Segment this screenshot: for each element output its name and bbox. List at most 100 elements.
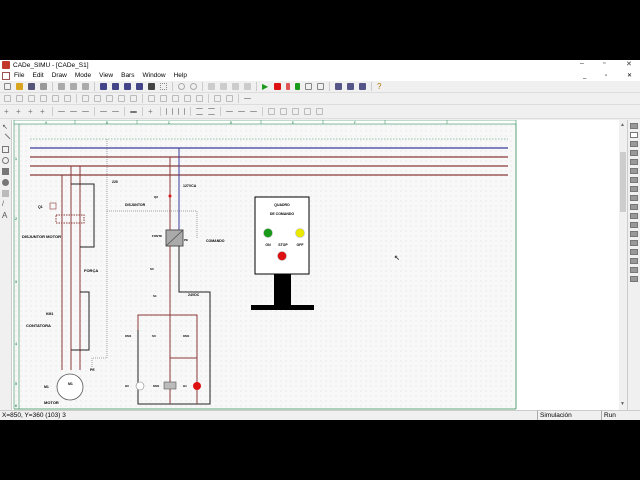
run-icon[interactable]: ▶ bbox=[262, 83, 269, 91]
text-tool-icon[interactable]: A bbox=[2, 212, 9, 220]
palette-item-15-icon[interactable] bbox=[630, 249, 638, 255]
sensor5-icon[interactable] bbox=[196, 95, 203, 102]
undo-icon[interactable] bbox=[178, 83, 185, 90]
menu-mode[interactable]: Mode bbox=[75, 72, 91, 79]
palette-item-3-icon[interactable] bbox=[630, 141, 638, 147]
sensor3-icon[interactable] bbox=[172, 95, 179, 102]
cut-icon[interactable] bbox=[58, 83, 65, 90]
step-icon[interactable] bbox=[295, 83, 300, 90]
palette-item-18-icon[interactable] bbox=[630, 276, 638, 282]
line2-icon[interactable] bbox=[70, 111, 77, 112]
wire-a-icon[interactable] bbox=[226, 111, 233, 112]
maximize-button[interactable]: ▫ bbox=[603, 60, 605, 67]
contact2-icon[interactable] bbox=[94, 95, 101, 102]
junction4-icon[interactable]: + bbox=[40, 108, 47, 116]
menu-edit[interactable]: Edit bbox=[32, 72, 43, 79]
menu-help[interactable]: Help bbox=[174, 72, 187, 79]
stop-icon[interactable] bbox=[274, 83, 281, 90]
palette-item-5-icon[interactable] bbox=[630, 159, 638, 165]
save-icon[interactable] bbox=[28, 83, 35, 90]
hlines2-icon[interactable] bbox=[208, 108, 215, 115]
line5-icon[interactable] bbox=[112, 111, 119, 112]
palette-item-13-icon[interactable] bbox=[630, 231, 638, 237]
palette-item-6-icon[interactable] bbox=[630, 168, 638, 174]
scrollbar-thumb[interactable] bbox=[620, 152, 626, 212]
breaker-icon[interactable] bbox=[40, 95, 47, 102]
schematic-canvas[interactable]: A B C D E F 1 2 3 4 5 6 M1 Q1 DISJUNTOR … bbox=[12, 119, 626, 410]
palette-item-12-icon[interactable] bbox=[630, 222, 638, 228]
zoom-area-icon[interactable] bbox=[136, 83, 143, 90]
wire-b-icon[interactable] bbox=[238, 111, 245, 112]
junction3-icon[interactable]: + bbox=[28, 108, 35, 116]
text3-icon[interactable] bbox=[232, 83, 239, 90]
pause-icon[interactable] bbox=[286, 83, 290, 90]
find-icon[interactable] bbox=[148, 83, 155, 90]
menu-view[interactable]: View bbox=[99, 72, 113, 79]
magnify-icon[interactable] bbox=[335, 83, 342, 90]
fuse-icon[interactable] bbox=[16, 95, 23, 102]
coil-icon[interactable] bbox=[64, 95, 71, 102]
line-tool-icon[interactable] bbox=[0, 133, 11, 144]
contact-icon[interactable] bbox=[82, 95, 89, 102]
hlines-icon[interactable] bbox=[196, 108, 203, 115]
palette-item-16-icon[interactable] bbox=[630, 258, 638, 264]
palette-item-10-icon[interactable] bbox=[630, 204, 638, 210]
scroll-down-icon[interactable]: ▼ bbox=[620, 401, 625, 407]
rectangle-icon[interactable] bbox=[2, 146, 9, 153]
paste-icon[interactable] bbox=[82, 83, 89, 90]
child-restore-button[interactable]: ▫ bbox=[605, 73, 607, 79]
magnify-minus-icon[interactable] bbox=[359, 83, 366, 90]
terminal2-icon[interactable] bbox=[280, 108, 287, 115]
ellipse-icon[interactable] bbox=[2, 157, 9, 164]
parallel2-icon[interactable] bbox=[178, 108, 185, 115]
magnify-plus-icon[interactable] bbox=[347, 83, 354, 90]
cross-icon[interactable]: + bbox=[148, 108, 155, 116]
print-icon[interactable] bbox=[40, 83, 47, 90]
pointer-icon[interactable]: ↖ bbox=[2, 124, 9, 131]
menu-file[interactable]: File bbox=[14, 72, 24, 79]
plc2-icon[interactable] bbox=[226, 95, 233, 102]
palette-item-4-icon[interactable] bbox=[630, 150, 638, 156]
open-icon[interactable] bbox=[16, 83, 23, 90]
menu-draw[interactable]: Draw bbox=[52, 72, 67, 79]
child-minimize-button[interactable]: _ bbox=[583, 73, 586, 79]
lamp-icon[interactable] bbox=[4, 95, 11, 102]
document-icon[interactable] bbox=[2, 71, 10, 80]
scroll-up-icon[interactable]: ▲ bbox=[620, 122, 625, 128]
sensor4-icon[interactable] bbox=[184, 95, 191, 102]
switch-icon[interactable] bbox=[28, 95, 35, 102]
close-button[interactable]: ✕ bbox=[626, 60, 632, 68]
line4-icon[interactable] bbox=[100, 111, 107, 112]
copy-icon[interactable] bbox=[70, 83, 77, 90]
vertical-scrollbar[interactable]: ▲ ▼ bbox=[619, 120, 627, 410]
contact4-icon[interactable] bbox=[118, 95, 125, 102]
minimize-button[interactable]: – bbox=[580, 60, 584, 67]
plc-icon[interactable] bbox=[214, 95, 221, 102]
menu-window[interactable]: Window bbox=[142, 72, 165, 79]
terminal-icon[interactable] bbox=[268, 108, 275, 115]
terminal3-icon[interactable] bbox=[292, 108, 299, 115]
help-icon[interactable]: ? bbox=[377, 83, 384, 91]
line-icon[interactable] bbox=[58, 111, 65, 112]
junction2-icon[interactable]: + bbox=[16, 108, 23, 116]
filled-ellipse-icon[interactable] bbox=[2, 179, 9, 186]
wire-icon[interactable] bbox=[244, 98, 251, 99]
zoom-fit-icon[interactable] bbox=[124, 83, 131, 90]
new-icon[interactable] bbox=[4, 83, 11, 90]
sensor2-icon[interactable] bbox=[160, 95, 167, 102]
junction-icon[interactable]: + bbox=[4, 108, 11, 116]
zoom-in-icon[interactable] bbox=[100, 83, 107, 90]
pen-icon[interactable]: / bbox=[2, 201, 9, 208]
palette-item-14-icon[interactable] bbox=[630, 240, 638, 246]
parallel-icon[interactable] bbox=[166, 108, 173, 115]
palette-item-7-icon[interactable] bbox=[630, 177, 638, 183]
line3-icon[interactable] bbox=[82, 111, 89, 112]
wire-c-icon[interactable] bbox=[250, 111, 257, 112]
palette-item-17-icon[interactable] bbox=[630, 267, 638, 273]
palette-item-11-icon[interactable] bbox=[630, 213, 638, 219]
window2-icon[interactable] bbox=[317, 83, 324, 90]
grid-icon[interactable] bbox=[160, 83, 167, 90]
menu-bars[interactable]: Bars bbox=[121, 72, 134, 79]
contact5-icon[interactable] bbox=[130, 95, 137, 102]
relay-icon[interactable] bbox=[52, 95, 59, 102]
